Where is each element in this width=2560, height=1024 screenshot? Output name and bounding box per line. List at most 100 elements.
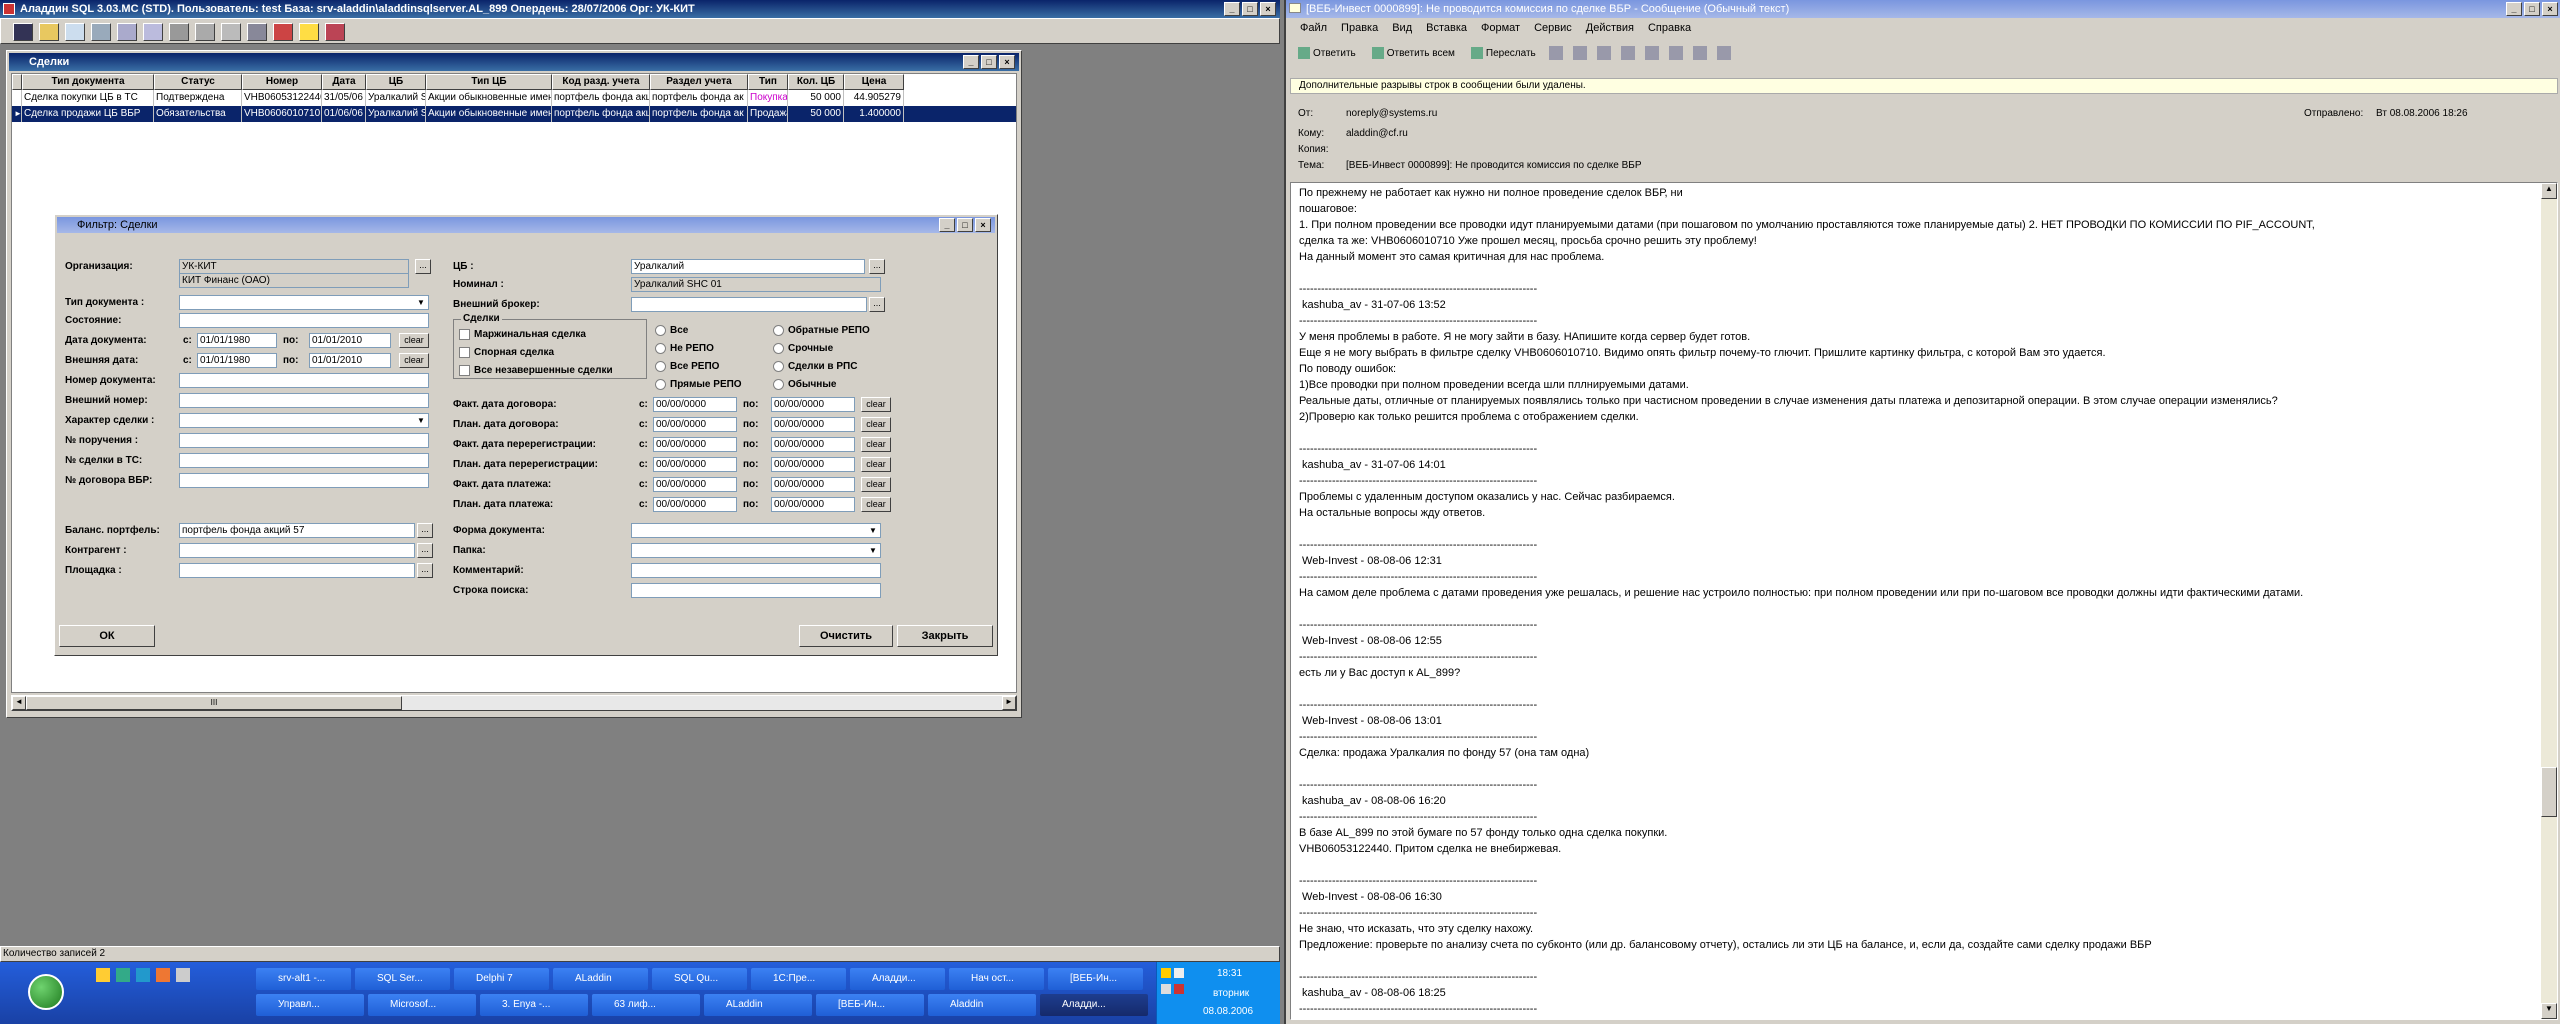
doc-date-from[interactable]: 01/01/1980 — [197, 333, 277, 348]
date-clear-button[interactable]: clear — [861, 497, 891, 512]
comment-input[interactable] — [631, 563, 881, 578]
flag-icon[interactable] — [1596, 46, 1611, 60]
menu-item[interactable]: Сервис — [1534, 22, 1572, 34]
vscroll-thumb[interactable] — [2541, 767, 2557, 817]
maximize-button[interactable]: □ — [1242, 2, 1258, 16]
column-header[interactable]: Цена — [844, 74, 904, 90]
start-button[interactable] — [4, 966, 90, 1020]
folder-icon[interactable] — [39, 23, 59, 41]
menu-item[interactable]: Вид — [1392, 22, 1412, 34]
table-row[interactable]: Сделка покупки ЦБ в ТС Подтверждена VHB060… — [12, 90, 1016, 106]
column-header[interactable]: ЦБ — [366, 74, 426, 90]
delete-icon[interactable] — [1620, 46, 1635, 60]
quick-launch-icon[interactable] — [176, 968, 190, 982]
volume-icon[interactable] — [1161, 984, 1171, 994]
gear-icon[interactable] — [195, 23, 215, 41]
taskbar-button[interactable]: [ВЕБ-Ин... — [1048, 968, 1143, 990]
counterparty-ellipsis-button[interactable]: ... — [417, 543, 433, 558]
toolbar-reply-all-button[interactable]: Ответить всем — [1371, 47, 1455, 59]
menu-item[interactable]: Файл — [1300, 22, 1327, 34]
table-icon[interactable] — [143, 23, 163, 41]
image-icon[interactable] — [169, 23, 189, 41]
taskbar-button[interactable]: 1С:Пре... — [751, 968, 846, 990]
column-header[interactable]: Тип документа — [22, 74, 154, 90]
taskbar-button[interactable]: Aladdin — [928, 994, 1036, 1016]
taskbar-button[interactable]: Управл... — [256, 994, 364, 1016]
taskbar-button[interactable]: 3. Enya -... — [480, 994, 588, 1016]
date-from-plan_pay[interactable]: 00/00/0000 — [653, 497, 737, 512]
date-from-plan_contract[interactable]: 00/00/0000 — [653, 417, 737, 432]
date-clear-button[interactable]: clear — [861, 437, 891, 452]
radio-option[interactable]: Все — [655, 325, 688, 336]
date-from-fact_rereg[interactable]: 00/00/0000 — [653, 437, 737, 452]
date-from-plan_rereg[interactable]: 00/00/0000 — [653, 457, 737, 472]
next-icon[interactable] — [1668, 46, 1683, 60]
ext-broker-ellipsis-button[interactable]: ... — [869, 297, 885, 312]
checkbox-2[interactable]: Спорная сделка — [459, 347, 554, 358]
column-header[interactable]: Статус — [154, 74, 242, 90]
table-row[interactable]: ► Сделка продажи ЦБ ВБР Обязательства VHB06… — [12, 106, 1016, 122]
search-input[interactable] — [631, 583, 881, 598]
quick-launch-icon[interactable] — [116, 968, 130, 982]
checkbox-3[interactable]: Все незавершенные сделки — [459, 365, 613, 376]
menu-item[interactable]: Правка — [1341, 22, 1378, 34]
doc-date-clear-button[interactable]: clear — [399, 333, 429, 348]
vbr-contract-input[interactable] — [179, 473, 429, 488]
ext-date-from[interactable]: 01/01/1980 — [197, 353, 277, 368]
radio-option[interactable]: Сделки в РПС — [773, 361, 857, 372]
taskbar-button[interactable]: SQL Qu... — [652, 968, 747, 990]
ext-broker-input[interactable] — [631, 297, 867, 312]
quick-launch-icon[interactable] — [136, 968, 150, 982]
filter-minimize-button[interactable]: _ — [939, 218, 955, 232]
menu-item[interactable]: Действия — [1586, 22, 1634, 34]
outlook-minimize-button[interactable]: _ — [2506, 2, 2522, 16]
menu-item[interactable]: Вставка — [1426, 22, 1467, 34]
taskbar-button[interactable]: Аладди... — [850, 968, 945, 990]
radio-option[interactable]: Все РЕПО — [655, 361, 719, 372]
taskbar-button[interactable]: ALaddin — [553, 968, 648, 990]
taskbar-button[interactable]: Delphi 7 — [454, 968, 549, 990]
tray-icon[interactable] — [1174, 968, 1184, 978]
window-icon[interactable] — [91, 23, 111, 41]
grid-icon[interactable] — [117, 23, 137, 41]
close-button[interactable]: × — [1260, 2, 1276, 16]
exit-icon[interactable] — [325, 23, 345, 41]
tools-icon[interactable] — [221, 23, 241, 41]
chart-icon[interactable] — [273, 23, 293, 41]
ext-number-input[interactable] — [179, 393, 429, 408]
date-clear-button[interactable]: clear — [861, 417, 891, 432]
quick-launch-icon[interactable] — [156, 968, 170, 982]
checkbox-1[interactable]: Маржинальная сделка — [459, 329, 586, 340]
column-header[interactable]: Раздел учета — [650, 74, 748, 90]
taskbar-button[interactable]: [ВЕБ-Ин... — [816, 994, 924, 1016]
print-icon[interactable] — [247, 23, 267, 41]
deals-minimize-button[interactable]: _ — [963, 55, 979, 69]
deals-hscrollbar[interactable]: ◄ III ► — [11, 695, 1017, 711]
scroll-right-arrow[interactable]: ► — [1002, 696, 1016, 710]
date-to-fact_pay[interactable]: 00/00/0000 — [771, 477, 855, 492]
outlook-maximize-button[interactable]: □ — [2524, 2, 2540, 16]
search-icon[interactable] — [65, 23, 85, 41]
font-icon[interactable] — [1692, 46, 1707, 60]
help-icon[interactable] — [299, 23, 319, 41]
column-header[interactable]: Номер — [242, 74, 322, 90]
toolbar-icon-1[interactable] — [13, 23, 33, 41]
date-clear-button[interactable]: clear — [861, 457, 891, 472]
doc-type-select[interactable] — [179, 295, 429, 310]
menu-item[interactable]: Формат — [1481, 22, 1520, 34]
column-header[interactable]: Тип — [748, 74, 788, 90]
bal-portfolio-ellipsis-button[interactable]: ... — [417, 523, 433, 538]
date-to-fact_rereg[interactable]: 00/00/0000 — [771, 437, 855, 452]
taskbar-button[interactable]: ALaddin — [704, 994, 812, 1016]
platform-input[interactable] — [179, 563, 415, 578]
deals-close-button[interactable]: × — [999, 55, 1015, 69]
taskbar-button[interactable]: 63 лиф... — [592, 994, 700, 1016]
radio-option[interactable]: Обратные РЕПО — [773, 325, 870, 336]
date-clear-button[interactable]: clear — [861, 477, 891, 492]
deal-char-select[interactable] — [179, 413, 429, 428]
doc-date-to[interactable]: 01/01/2010 — [309, 333, 391, 348]
menu-item[interactable]: Справка — [1648, 22, 1691, 34]
taskbar-button[interactable]: Нач ост... — [949, 968, 1044, 990]
tray-icon[interactable] — [1174, 984, 1184, 994]
order-no-input[interactable] — [179, 433, 429, 448]
